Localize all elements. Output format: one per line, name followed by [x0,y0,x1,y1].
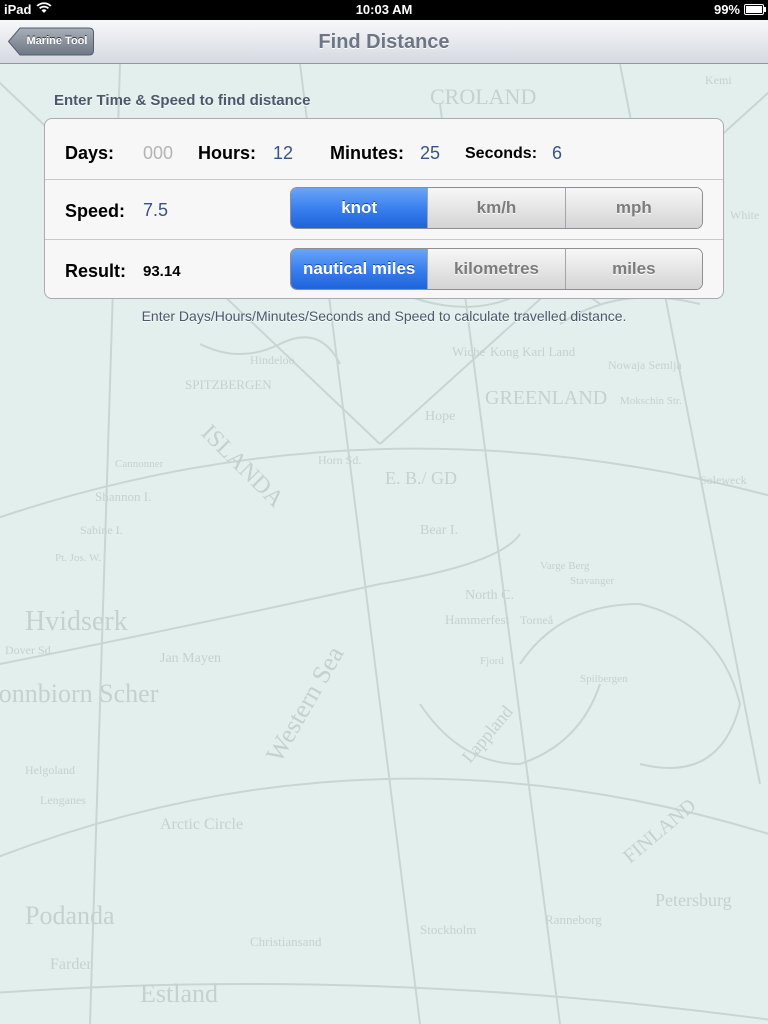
navigation-bar: Marine Tool Find Distance [0,20,768,64]
map-label: Ranneborg [545,912,602,927]
distance-unit-nautical-miles[interactable]: nautical miles [291,249,428,289]
distance-unit-selector: nautical miles kilometres miles [290,248,703,290]
map-label: Torneå [520,613,554,627]
hours-label: Hours: [198,143,256,163]
result-row: Result: 93.14 nautical miles kilometres … [45,239,723,298]
speed-unit-mph[interactable]: mph [564,188,702,228]
result-value: 93.14 [143,263,181,280]
distance-unit-miles[interactable]: miles [564,249,702,289]
map-label: E. B./ GD [385,468,457,488]
section-header: Enter Time & Speed to find distance [54,92,311,109]
map-label: Wiche [452,344,486,359]
speed-unit-knot[interactable]: knot [291,188,428,228]
map-label: Lappland [458,702,517,767]
map-label: Dover Sd. [5,643,54,657]
map-label: ISLANDA [196,420,289,513]
map-label: Hvidserk [25,606,128,637]
map-label: Petersburg [655,890,732,910]
map-label: Kemi [705,73,732,87]
map-label: Hope [425,409,455,424]
days-label: Days: [65,143,115,163]
distance-form: Days: 000 Hours: 12 Minutes: 25 Seconds:… [44,118,724,299]
minutes-label: Minutes: [330,143,404,163]
seconds-label: Seconds: [465,145,538,162]
map-label: Hindeloo [250,353,295,367]
map-label: Kong Karl Land [490,344,576,359]
map-label: Estland [140,979,218,1008]
map-label: SPITZBERGEN [185,377,272,392]
map-label: Stavanger [570,575,614,587]
map-label: Bear I. [420,523,458,538]
speed-row: Speed: 7.5 knot km/h mph [45,179,723,240]
map-label: Shannon I. [95,489,151,504]
map-label: CROLAND [430,84,536,109]
map-label: Farder [50,956,92,973]
help-text: Enter Days/Hours/Minutes/Seconds and Spe… [141,308,627,324]
map-label: Jan Mayen [160,651,221,666]
status-time: 10:03 AM [355,2,413,17]
minutes-field[interactable]: 25 [420,143,440,164]
status-bar: iPad 10:03 AM 99% [0,0,768,20]
map-label: Arctic Circle [160,816,243,833]
map-label: Hammerfest [445,612,510,627]
speed-unit-selector: knot km/h mph [290,187,703,229]
map-label: GREENLAND [485,387,607,409]
map-label: North C. [465,588,514,603]
speed-unit-kmh[interactable]: km/h [427,188,565,228]
map-label: Pt. Jos. W. [55,552,101,564]
map-label: Varge Berg [540,560,590,572]
map-label: White [730,208,759,222]
map-label: Sabine I. [80,523,123,537]
map-label: Western Sea [260,641,350,767]
distance-unit-kilometres[interactable]: kilometres [427,249,565,289]
battery-percent: 99% [713,2,740,17]
speed-field[interactable]: 7.5 [143,200,168,221]
result-label: Result: [65,261,127,281]
page-title: Find Distance [318,31,450,53]
hours-field[interactable]: 12 [273,143,293,164]
speed-label: Speed: [65,201,126,221]
time-row: Days: 000 Hours: 12 Minutes: 25 Seconds:… [45,119,723,179]
map-label: Horn Sd. [318,453,361,467]
map-label: Helgoland [25,763,75,777]
map-label: Fjord [480,655,504,667]
map-label: Podanda [25,901,115,930]
map-label: Lenganes [40,793,86,807]
battery-icon [744,4,766,15]
map-label: Mokschin Str. [620,395,682,407]
seconds-field[interactable]: 6 [552,143,562,164]
days-field[interactable]: 000 [143,143,173,164]
map-label: Cannonner [115,458,164,470]
map-label: Spilbergen [580,673,628,685]
map-label: Soleweck [700,473,747,487]
map-label: Stockholm [420,922,476,937]
map-label: Gonnbiorn Scher [0,679,159,708]
map-label: Nowaja Semlja [608,358,682,372]
map-label: Christiansand [250,934,322,949]
